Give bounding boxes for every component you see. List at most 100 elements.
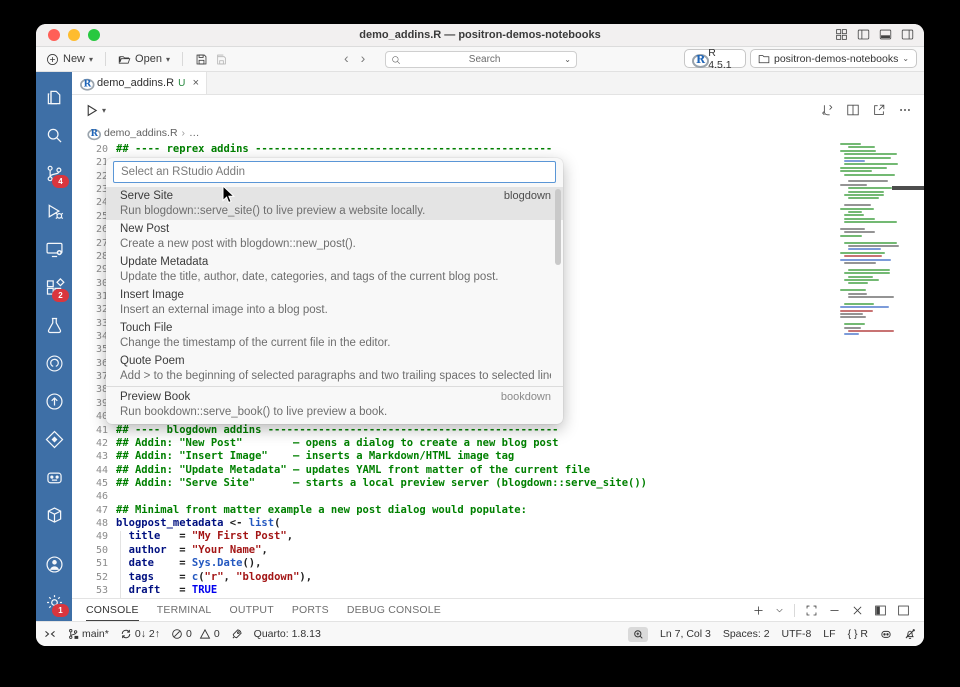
zoom-indicator[interactable] bbox=[628, 626, 649, 642]
addin-list-item[interactable]: Preview Book Run bookdown::serve_book() t… bbox=[106, 388, 563, 421]
navigate-back-icon[interactable]: ‹ bbox=[344, 50, 349, 66]
panel-tab-ports[interactable]: PORTS bbox=[292, 599, 329, 621]
deploy-status[interactable] bbox=[231, 628, 243, 640]
more-actions-icon[interactable] bbox=[898, 103, 912, 117]
editor-scrollbar[interactable] bbox=[892, 141, 924, 598]
code-line[interactable]: 44 ## Addin: "Update Metadata" – updates … bbox=[72, 464, 924, 477]
line-number: 35 bbox=[95, 344, 108, 356]
minimize-window-button[interactable] bbox=[68, 29, 80, 41]
breadcrumb[interactable]: R demo_addins.R › … bbox=[72, 125, 924, 141]
panel-layout-right-icon[interactable] bbox=[897, 604, 910, 617]
code-line[interactable]: 42 ## Addin: "New Post" – opens a dialog … bbox=[72, 437, 924, 450]
global-search-input[interactable]: Search ⌄ bbox=[385, 51, 577, 68]
addin-search-input[interactable]: Select an RStudio Addin bbox=[113, 161, 556, 183]
copilot-icon bbox=[881, 630, 891, 638]
save-all-button[interactable] bbox=[214, 53, 227, 66]
toggle-panel-icon[interactable] bbox=[879, 28, 892, 41]
open-in-new-window-icon[interactable] bbox=[872, 103, 886, 117]
sidebar-item-posit[interactable] bbox=[36, 420, 72, 458]
code-line[interactable]: 49 title = "My First Post", bbox=[72, 530, 924, 543]
remote-indicator[interactable] bbox=[44, 628, 56, 640]
code-line[interactable]: 46 bbox=[72, 490, 924, 503]
sidebar-item-assistant[interactable] bbox=[36, 458, 72, 496]
sidebar-item-search[interactable] bbox=[36, 116, 72, 154]
run-button[interactable]: ▾ bbox=[84, 103, 106, 118]
addin-list-item[interactable]: Serve Site Run blogdown::serve_site() to … bbox=[106, 187, 563, 220]
panel-tab-output[interactable]: OUTPUT bbox=[229, 599, 273, 621]
maximize-panel-icon[interactable] bbox=[805, 604, 818, 617]
eol-status[interactable]: LF bbox=[823, 628, 835, 640]
sidebar-item-extensions[interactable]: 2 bbox=[36, 268, 72, 306]
code-line[interactable]: 51 date = Sys.Date(), bbox=[72, 557, 924, 570]
minimap[interactable] bbox=[838, 141, 904, 598]
scrollbar-thumb[interactable] bbox=[892, 186, 924, 190]
source-compare-icon[interactable] bbox=[820, 103, 834, 117]
toggle-secondary-sidebar-icon[interactable] bbox=[901, 28, 914, 41]
addin-list-item[interactable]: Input LaTeX Math bbox=[106, 421, 563, 424]
code-line[interactable]: 20 ## ---- reprex addins ----------------… bbox=[72, 143, 924, 156]
chevron-down-icon[interactable] bbox=[775, 604, 784, 617]
workspace-button[interactable]: positron-demos-notebooks ⌄ bbox=[750, 49, 918, 68]
code-line[interactable]: 47 ## Minimal front matter example a new … bbox=[72, 504, 924, 517]
code-line[interactable]: 50 author = "Your Name", bbox=[72, 544, 924, 557]
open-button[interactable]: Open ▾ bbox=[118, 53, 170, 66]
addin-list-item[interactable]: Touch File Change the timestamp of the cu… bbox=[106, 319, 563, 352]
encoding-status[interactable]: UTF-8 bbox=[782, 628, 812, 640]
sidebar-item-package[interactable] bbox=[36, 496, 72, 534]
quarto-version[interactable]: Quarto: 1.8.13 bbox=[254, 628, 321, 640]
window-title: demo_addins.R — positron-demos-notebooks bbox=[359, 29, 601, 41]
indentation-status[interactable]: Spaces: 2 bbox=[723, 628, 770, 640]
close-tab-icon[interactable]: × bbox=[193, 77, 199, 89]
save-button[interactable] bbox=[195, 53, 208, 66]
cursor-position[interactable]: Ln 7, Col 3 bbox=[660, 628, 711, 640]
notifications-status[interactable] bbox=[904, 628, 916, 640]
new-button[interactable]: New ▾ bbox=[46, 53, 93, 66]
language-mode[interactable]: { } R bbox=[848, 628, 868, 640]
addin-list-item[interactable]: Insert Image Insert an external image int… bbox=[106, 286, 563, 319]
panel-tab-console[interactable]: CONSOLE bbox=[86, 599, 139, 621]
sidebar-item-publish[interactable] bbox=[36, 382, 72, 420]
code-editor[interactable]: 20 ## ---- reprex addins ----------------… bbox=[72, 141, 924, 598]
addin-list-item[interactable]: New Post Create a new post with blogdown:… bbox=[106, 220, 563, 253]
panel-tab-terminal[interactable]: TERMINAL bbox=[157, 599, 212, 621]
sidebar-item-testing[interactable] bbox=[36, 306, 72, 344]
interpreter-button[interactable]: R R 4.5.1 bbox=[684, 47, 746, 71]
github-icon bbox=[45, 354, 63, 372]
customize-layout-icon[interactable] bbox=[835, 28, 848, 41]
close-window-button[interactable] bbox=[48, 29, 60, 41]
sidebar-item-source-control[interactable]: 4 bbox=[36, 154, 72, 192]
code-line[interactable]: 53 draft = TRUE bbox=[72, 584, 924, 597]
top-action-bar: New ▾ Open ▾ ‹ › Search ⌄ R R 4.5.1 posi… bbox=[36, 47, 924, 72]
zoom-window-button[interactable] bbox=[88, 29, 100, 41]
git-branch-status[interactable]: main* bbox=[67, 628, 109, 640]
panel-layout-left-icon[interactable] bbox=[874, 604, 887, 617]
code-line[interactable]: 48 blogpost_metadata <- list( bbox=[72, 517, 924, 530]
sidebar-item-github[interactable] bbox=[36, 344, 72, 382]
line-number: 28 bbox=[95, 250, 108, 262]
code-line[interactable]: 41 ## ---- blogdown addins --------------… bbox=[72, 424, 924, 437]
git-sync-status[interactable]: 0↓ 2↑ bbox=[120, 628, 160, 640]
addin-list-item[interactable]: Update Metadata Update the title, author,… bbox=[106, 253, 563, 286]
tab-demo-addins[interactable]: R demo_addins.R U × bbox=[72, 72, 207, 94]
sidebar-item-run-debug[interactable] bbox=[36, 192, 72, 230]
code-line[interactable]: 43 ## Addin: "Insert Image" – inserts a M… bbox=[72, 450, 924, 463]
navigate-forward-icon[interactable]: › bbox=[361, 50, 366, 66]
problems-status[interactable]: 0 0 bbox=[171, 628, 220, 640]
copilot-status[interactable] bbox=[880, 628, 892, 640]
minimap-line bbox=[844, 323, 865, 326]
new-console-icon[interactable] bbox=[752, 604, 765, 617]
bell-slash-icon bbox=[905, 629, 915, 639]
sidebar-item-sessions[interactable] bbox=[36, 230, 72, 268]
toggle-sidebar-icon[interactable] bbox=[857, 28, 870, 41]
settings-button[interactable]: 1 bbox=[36, 583, 72, 621]
code-line[interactable]: 45 ## Addin: "Serve Site" – starts a loca… bbox=[72, 477, 924, 490]
sidebar-item-explorer[interactable] bbox=[36, 78, 72, 116]
close-panel-icon[interactable] bbox=[851, 604, 864, 617]
minimize-panel-icon[interactable] bbox=[828, 604, 841, 617]
code-line[interactable]: 52 tags = c("r", "blogdown"), bbox=[72, 571, 924, 584]
panel-tab-debug-console[interactable]: DEBUG CONSOLE bbox=[347, 599, 441, 621]
addin-list-item[interactable]: Quote Poem Add > to the beginning of sele… bbox=[106, 352, 563, 385]
split-editor-icon[interactable] bbox=[846, 103, 860, 117]
account-button[interactable] bbox=[36, 545, 72, 583]
